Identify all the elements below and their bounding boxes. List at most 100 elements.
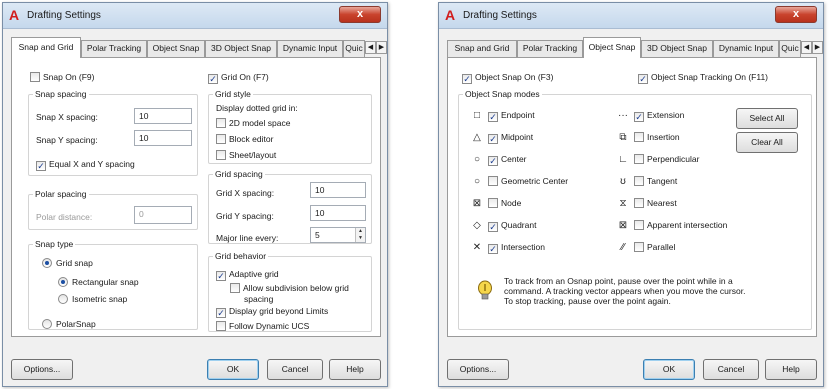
options-button[interactable]: Options...	[447, 359, 509, 380]
lightbulb-icon	[478, 280, 492, 300]
tab-polar-tracking[interactable]: Polar Tracking	[81, 40, 147, 57]
clear-all-button[interactable]: Clear All	[736, 132, 798, 153]
adaptive-grid-checkbox[interactable]: ✓ Adaptive grid	[216, 269, 279, 281]
equal-spacing-checkbox[interactable]: ✓ Equal X and Y spacing	[36, 159, 135, 171]
perpendicular-marker-icon: ∟	[618, 154, 628, 165]
title-bar: A Drafting Settings x	[3, 3, 387, 29]
group-title: Grid spacing	[213, 169, 265, 179]
grid-snap-radio[interactable]: Grid snap	[42, 258, 93, 270]
snap-x-field[interactable]: 10	[134, 108, 192, 124]
checkbox-box: ✓	[488, 156, 498, 166]
grid-x-field[interactable]: 10	[310, 182, 366, 198]
display-beyond-limits-checkbox[interactable]: ✓ Display grid beyond Limits	[216, 306, 328, 318]
major-line-stepper[interactable]: 5 ▲ ▼	[310, 227, 366, 243]
intersection-checkbox[interactable]: ✓ Intersection	[488, 242, 545, 254]
snap-x-label: Snap X spacing:	[36, 112, 98, 122]
grid-y-field[interactable]: 10	[310, 205, 366, 221]
apparent-intersection-marker-icon: ⊠	[618, 220, 628, 231]
geometric-center-checkbox[interactable]: Geometric Center	[488, 176, 568, 188]
parallel-checkbox[interactable]: Parallel	[634, 242, 675, 254]
endpoint-checkbox[interactable]: ✓ Endpoint	[488, 110, 535, 122]
checkbox-box	[488, 198, 498, 208]
cancel-button[interactable]: Cancel	[267, 359, 323, 380]
object-snap-on-checkbox[interactable]: ✓ Object Snap On (F3)	[462, 72, 553, 84]
extension-marker-icon: ···	[618, 110, 628, 121]
polar-snap-radio[interactable]: PolarSnap	[42, 319, 96, 331]
checkbox-box	[488, 176, 498, 186]
cancel-button[interactable]: Cancel	[703, 359, 759, 380]
autocad-logo-icon: A	[9, 7, 20, 23]
tab-dynamic-input[interactable]: Dynamic Input	[277, 40, 343, 57]
checkbox-box	[30, 72, 40, 82]
checkbox-box	[230, 283, 240, 293]
checkbox-box	[634, 198, 644, 208]
tracking-tip-text: To track from an Osnap point, pause over…	[504, 276, 746, 306]
tab-dynamic-input[interactable]: Dynamic Input	[713, 40, 779, 57]
tab-object-snap[interactable]: Object Snap	[583, 37, 641, 58]
checkbox-box: ✓	[488, 112, 498, 122]
parallel-marker-icon: ∕∕	[621, 242, 625, 253]
insertion-checkbox[interactable]: Insertion	[634, 132, 680, 144]
quadrant-marker-icon: ◇	[473, 220, 481, 231]
close-button[interactable]: x	[775, 6, 817, 23]
grid-style-subtitle: Display dotted grid in:	[216, 103, 298, 113]
tab-scroll-left-icon[interactable]: ◀	[365, 41, 376, 54]
snap-y-field[interactable]: 10	[134, 130, 192, 146]
extension-checkbox[interactable]: ✓ Extension	[634, 110, 684, 122]
help-button[interactable]: Help	[329, 359, 381, 380]
apparent-intersection-checkbox[interactable]: Apparent intersection	[634, 220, 727, 232]
rectangular-snap-radio[interactable]: Rectangular snap	[58, 277, 139, 289]
tab-object-snap[interactable]: Object Snap	[147, 40, 205, 57]
tab-scroll-left-icon[interactable]: ◀	[801, 41, 812, 54]
help-button[interactable]: Help	[765, 359, 817, 380]
sheet-layout-checkbox[interactable]: Sheet/layout	[216, 150, 276, 162]
tangent-checkbox[interactable]: Tangent	[634, 176, 677, 188]
checkbox-box: ✓	[462, 74, 472, 84]
tab-scroll-right-icon[interactable]: ▶	[376, 41, 387, 54]
grid-on-checkbox[interactable]: ✓ Grid On (F7)	[208, 72, 269, 84]
checkbox-box: ✓	[634, 112, 644, 122]
autocad-logo-icon: A	[445, 7, 456, 23]
isometric-snap-radio[interactable]: Isometric snap	[58, 294, 127, 306]
model-space-checkbox[interactable]: 2D model space	[216, 118, 290, 130]
spinner-arrows-icon[interactable]: ▲ ▼	[355, 228, 365, 242]
center-checkbox[interactable]: ✓ Center	[488, 154, 527, 166]
perpendicular-checkbox[interactable]: Perpendicular	[634, 154, 699, 166]
object-snap-tracking-checkbox[interactable]: ✓ Object Snap Tracking On (F11)	[638, 72, 768, 84]
midpoint-checkbox[interactable]: ✓ Midpoint	[488, 132, 533, 144]
checkbox-box	[634, 154, 644, 164]
tab-polar-tracking[interactable]: Polar Tracking	[517, 40, 583, 57]
nearest-marker-icon: ⧖	[619, 198, 627, 209]
ok-button[interactable]: OK	[643, 359, 695, 380]
radio-dot	[58, 294, 68, 304]
nearest-checkbox[interactable]: Nearest	[634, 198, 677, 210]
insertion-marker-icon: ⧉	[619, 132, 627, 143]
checkbox-box	[216, 134, 226, 144]
radio-dot	[58, 277, 68, 287]
tab-quick-properties[interactable]: Quic	[779, 40, 801, 57]
close-button[interactable]: x	[339, 6, 381, 23]
checkbox-box: ✓	[216, 308, 226, 318]
snap-on-checkbox[interactable]: Snap On (F9)	[30, 72, 95, 84]
checkbox-box: ✓	[216, 271, 226, 281]
checkbox-box	[634, 242, 644, 252]
drafting-settings-dialog-object-snap: A Drafting Settings x Snap and Grid Pola…	[438, 2, 824, 387]
polar-distance-field[interactable]: 0	[134, 206, 192, 224]
checkbox-box	[216, 118, 226, 128]
tab-scroll-right-icon[interactable]: ▶	[812, 41, 823, 54]
follow-dynamic-ucs-checkbox[interactable]: Follow Dynamic UCS	[216, 321, 309, 333]
node-checkbox[interactable]: Node	[488, 198, 521, 210]
block-editor-checkbox[interactable]: Block editor	[216, 134, 273, 146]
tab-snap-and-grid[interactable]: Snap and Grid	[447, 40, 517, 57]
tab-3d-object-snap[interactable]: 3D Object Snap	[205, 40, 277, 57]
geometric-center-marker-icon: ○	[473, 176, 481, 187]
quadrant-checkbox[interactable]: ✓ Quadrant	[488, 220, 536, 232]
group-title: Snap spacing	[33, 89, 89, 99]
select-all-button[interactable]: Select All	[736, 108, 798, 129]
tab-3d-object-snap[interactable]: 3D Object Snap	[641, 40, 713, 57]
ok-button[interactable]: OK	[207, 359, 259, 380]
tab-quick-properties[interactable]: Quic	[343, 40, 365, 57]
intersection-marker-icon: ✕	[472, 242, 482, 253]
options-button[interactable]: Options...	[11, 359, 73, 380]
tab-snap-and-grid[interactable]: Snap and Grid	[11, 37, 81, 58]
